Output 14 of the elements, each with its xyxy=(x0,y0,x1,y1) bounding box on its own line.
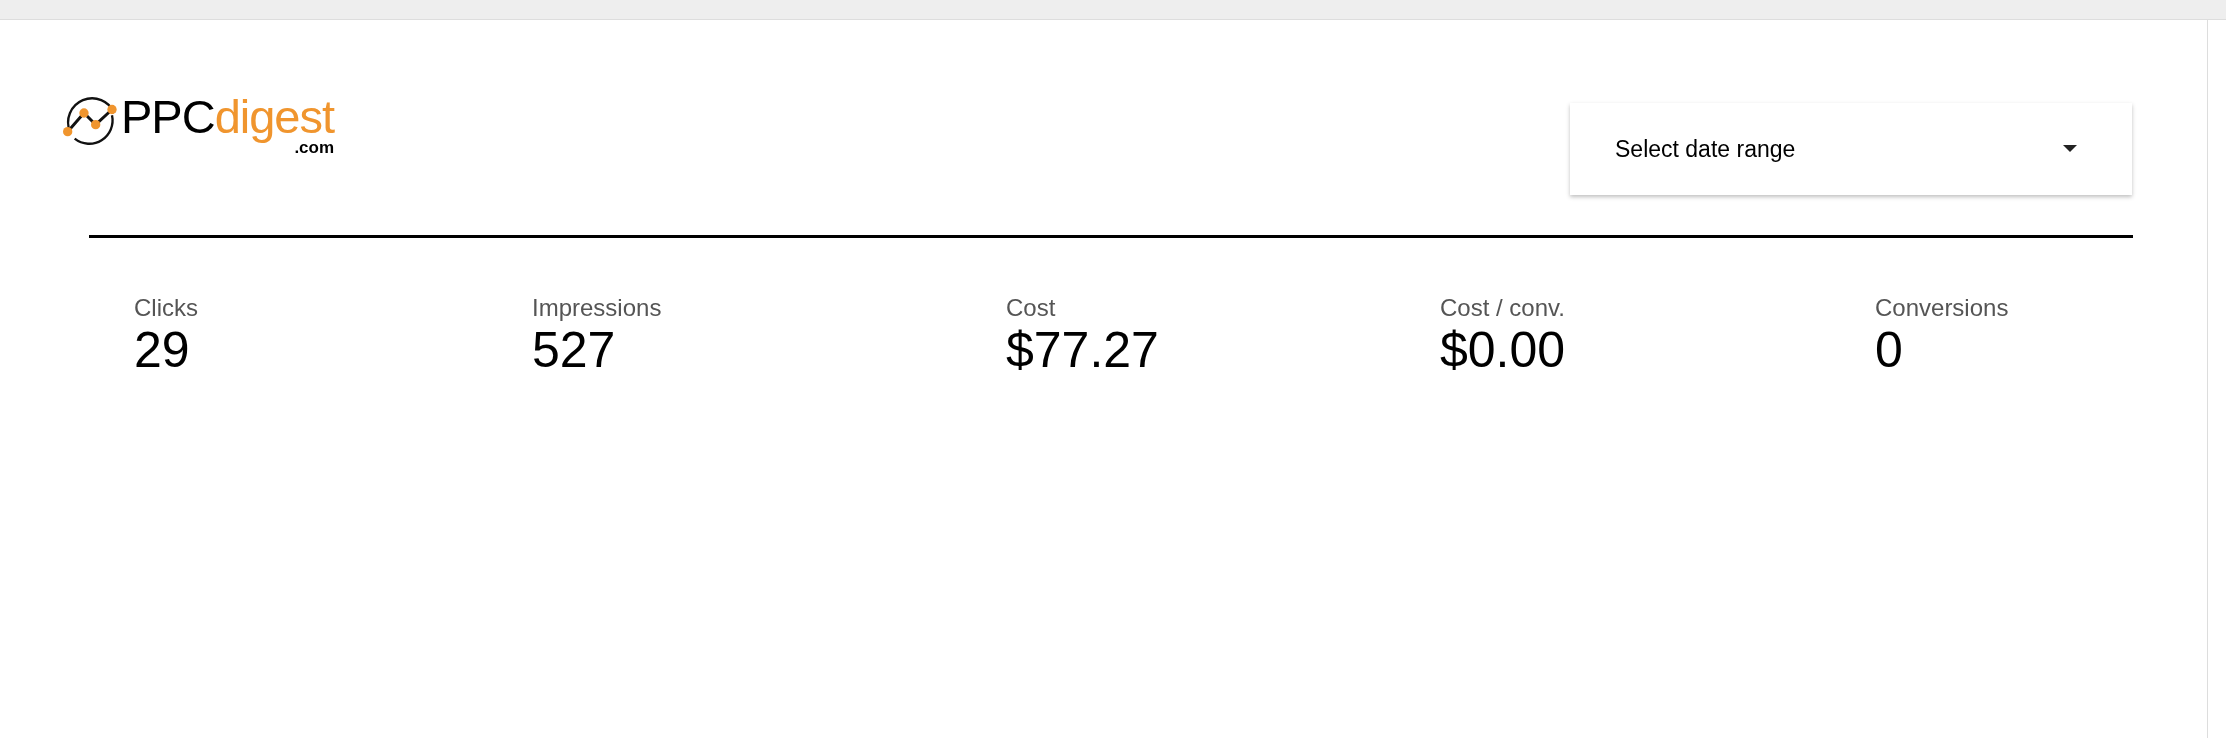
logo-text: PPCdigest xyxy=(121,92,335,142)
metric-value: $77.27 xyxy=(1006,322,1159,378)
metric-label: Conversions xyxy=(1875,294,2009,322)
metric-value: $0.00 xyxy=(1440,322,1566,378)
metric-value: 0 xyxy=(1875,322,1903,378)
metric-value: 29 xyxy=(134,322,190,378)
metric-label: Clicks xyxy=(134,294,198,322)
metric-label: Cost xyxy=(1006,294,1056,322)
caret-down-icon xyxy=(2063,145,2077,153)
metric-label: Cost / conv. xyxy=(1440,294,1565,322)
metric-label: Impressions xyxy=(532,294,662,322)
metric-value: 527 xyxy=(532,322,616,378)
date-range-dropdown[interactable]: Select date range xyxy=(1570,103,2132,195)
logo-suffix: .com xyxy=(294,140,335,156)
